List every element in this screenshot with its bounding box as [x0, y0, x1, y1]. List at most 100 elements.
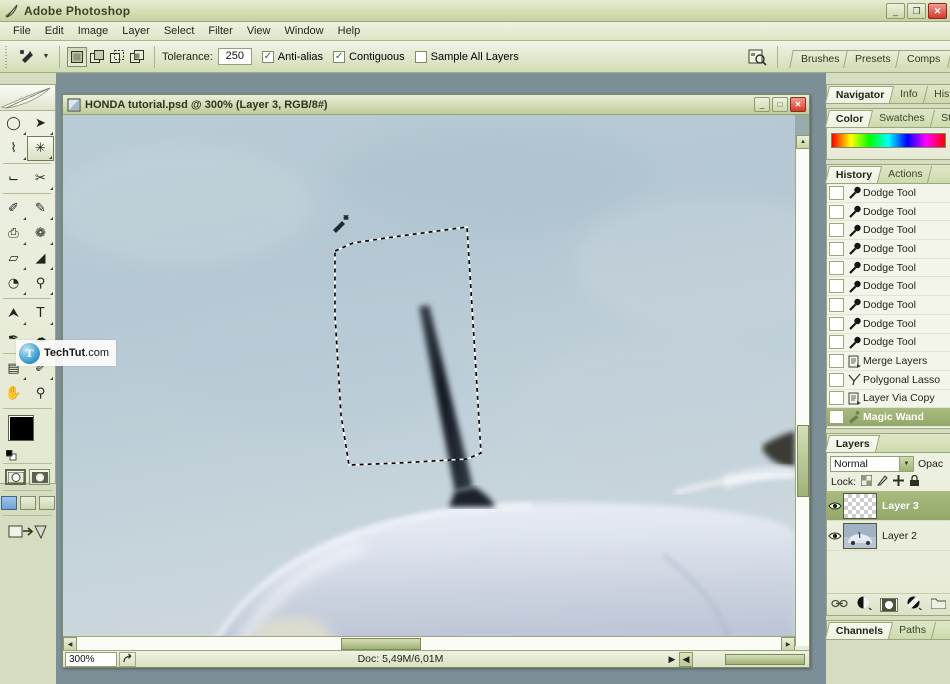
contiguous-checkbox[interactable]: ✓ Contiguous: [333, 50, 405, 63]
history-item[interactable]: Dodge Tool: [827, 259, 950, 278]
history-snapshot-box[interactable]: [829, 241, 844, 256]
blur-tool[interactable]: ◔: [0, 271, 27, 296]
new-selection-button[interactable]: [67, 46, 87, 67]
path-selection-tool[interactable]: ⮝: [0, 301, 27, 326]
anti-alias-checkbox[interactable]: ✓ Anti-alias: [261, 50, 323, 63]
zoom-level-input[interactable]: 300%: [65, 651, 117, 667]
menu-item-layer[interactable]: Layer: [115, 23, 157, 39]
history-list[interactable]: Dodge Tool Dodge Tool Dodge Tool Dodge Tool…: [827, 184, 950, 428]
standard-screen-mode-icon[interactable]: [0, 496, 17, 510]
layer-row[interactable]: Layer 2: [827, 521, 950, 551]
lock-transparent-pixels-icon[interactable]: [860, 474, 873, 489]
elliptical-marquee-tool[interactable]: ◯: [0, 111, 27, 136]
history-snapshot-box[interactable]: [829, 316, 844, 331]
lock-position-icon[interactable]: [893, 475, 905, 489]
horizontal-scroll-thumb[interactable]: [341, 638, 421, 650]
menu-item-window[interactable]: Window: [278, 23, 331, 39]
history-snapshot-box[interactable]: [829, 335, 844, 350]
history-snapshot-box[interactable]: [829, 185, 844, 200]
palette-tab-channels[interactable]: Channels: [824, 622, 894, 639]
history-item[interactable]: Layer Via Copy: [827, 390, 950, 409]
canvas-vertical-scrollbar[interactable]: ▲ ▼: [795, 135, 809, 646]
tolerance-input[interactable]: 250: [217, 48, 252, 65]
status-left-arrow-icon[interactable]: ◀: [679, 651, 693, 667]
adjustment-layer-icon[interactable]: [907, 596, 922, 613]
subtract-from-selection-button[interactable]: [107, 47, 127, 67]
full-screen-with-menubar-icon[interactable]: [19, 496, 36, 510]
default-colors-icon[interactable]: [5, 449, 17, 461]
document-close-button[interactable]: ✕: [790, 97, 806, 112]
menu-item-view[interactable]: View: [240, 23, 278, 39]
menu-item-image[interactable]: Image: [71, 23, 116, 39]
palette-tab-color[interactable]: Color: [824, 110, 874, 127]
quick-mask-mode-icon[interactable]: [29, 469, 50, 485]
history-item[interactable]: Dodge Tool: [827, 221, 950, 241]
eraser-tool[interactable]: ▱: [0, 246, 27, 271]
toolbox-header[interactable]: [0, 85, 55, 111]
document-canvas-image[interactable]: [63, 115, 795, 646]
brush-tool[interactable]: ✎: [27, 196, 54, 221]
zoom-tool[interactable]: ⚲: [27, 381, 54, 406]
palette-tab-styles[interactable]: Styles: [930, 110, 950, 127]
palette-tab-history[interactable]: History: [824, 166, 883, 183]
lasso-tool[interactable]: ⌇: [0, 136, 27, 161]
scroll-left-button[interactable]: ◀: [63, 637, 77, 651]
history-snapshot-box[interactable]: [829, 223, 844, 238]
lock-all-icon[interactable]: [909, 474, 920, 489]
history-snapshot-box[interactable]: [829, 297, 844, 312]
paint-bucket-tool[interactable]: ◢: [27, 246, 54, 271]
lock-image-pixels-icon[interactable]: [877, 475, 888, 489]
full-screen-mode-icon[interactable]: [38, 496, 55, 510]
history-snapshot-box[interactable]: [829, 372, 844, 387]
history-item[interactable]: Polygonal Lasso: [827, 371, 950, 390]
palette-tab-navigator[interactable]: Navigator: [824, 86, 895, 103]
close-button[interactable]: ✕: [928, 3, 947, 19]
layer-thumbnail[interactable]: [843, 522, 877, 549]
history-item[interactable]: Magic Wand: [827, 408, 950, 427]
healing-brush-tool[interactable]: ✐: [0, 196, 27, 221]
menu-item-file[interactable]: File: [6, 23, 38, 39]
foreground-color-swatch[interactable]: [8, 415, 34, 441]
add-to-selection-button[interactable]: [87, 47, 107, 67]
palette-tab-info[interactable]: Info: [890, 86, 929, 103]
menu-item-help[interactable]: Help: [331, 23, 368, 39]
options-bar-grip[interactable]: [3, 45, 10, 68]
history-item[interactable]: Dodge Tool: [827, 184, 950, 203]
well-tab-brushes[interactable]: Brushes: [788, 50, 852, 68]
intersect-with-selection-button[interactable]: [127, 47, 147, 67]
standard-mode-icon[interactable]: [5, 469, 26, 485]
history-snapshot-box[interactable]: [829, 354, 844, 369]
clone-stamp-tool[interactable]: ⎙: [0, 221, 27, 246]
hand-tool[interactable]: ✋: [0, 381, 27, 406]
layer-style-icon[interactable]: [857, 596, 872, 613]
new-group-icon[interactable]: [930, 597, 947, 612]
status-menu-icon[interactable]: [119, 651, 136, 667]
palette-tab-actions[interactable]: Actions: [878, 166, 933, 183]
history-item[interactable]: Dodge Tool: [827, 334, 950, 353]
history-item[interactable]: Dodge Tool: [827, 296, 950, 315]
canvas-area[interactable]: ▲ ▼: [63, 115, 809, 646]
move-tool[interactable]: ➤: [27, 111, 54, 136]
history-snapshot-box[interactable]: [829, 260, 844, 275]
menu-item-edit[interactable]: Edit: [38, 23, 71, 39]
menu-item-filter[interactable]: Filter: [201, 23, 239, 39]
well-tab-comps[interactable]: Comps: [894, 50, 950, 68]
layer-list[interactable]: Layer 3 Layer 2: [827, 491, 950, 551]
layer-row[interactable]: Layer 3: [827, 491, 950, 521]
minimize-button[interactable]: _: [886, 3, 905, 19]
blend-mode-select[interactable]: Normal ▼: [830, 456, 914, 472]
restore-button[interactable]: ❐: [907, 3, 926, 19]
document-title-bar[interactable]: HONDA tutorial.psd @ 300% (Layer 3, RGB/…: [63, 95, 809, 115]
menu-item-select[interactable]: Select: [157, 23, 202, 39]
history-item[interactable]: Dodge Tool: [827, 277, 950, 297]
scroll-up-button[interactable]: ▲: [796, 135, 809, 149]
history-item[interactable]: Dodge Tool: [827, 240, 950, 259]
document-maximize-button[interactable]: □: [772, 97, 788, 112]
eye-icon[interactable]: [827, 492, 843, 520]
history-snapshot-box[interactable]: [829, 279, 844, 294]
layer-mask-icon[interactable]: [880, 597, 899, 612]
magic-wand-icon[interactable]: [14, 45, 40, 69]
link-layers-icon[interactable]: [831, 597, 848, 613]
eye-icon[interactable]: [827, 522, 843, 550]
palette-tab-histog[interactable]: Histog: [923, 86, 950, 103]
